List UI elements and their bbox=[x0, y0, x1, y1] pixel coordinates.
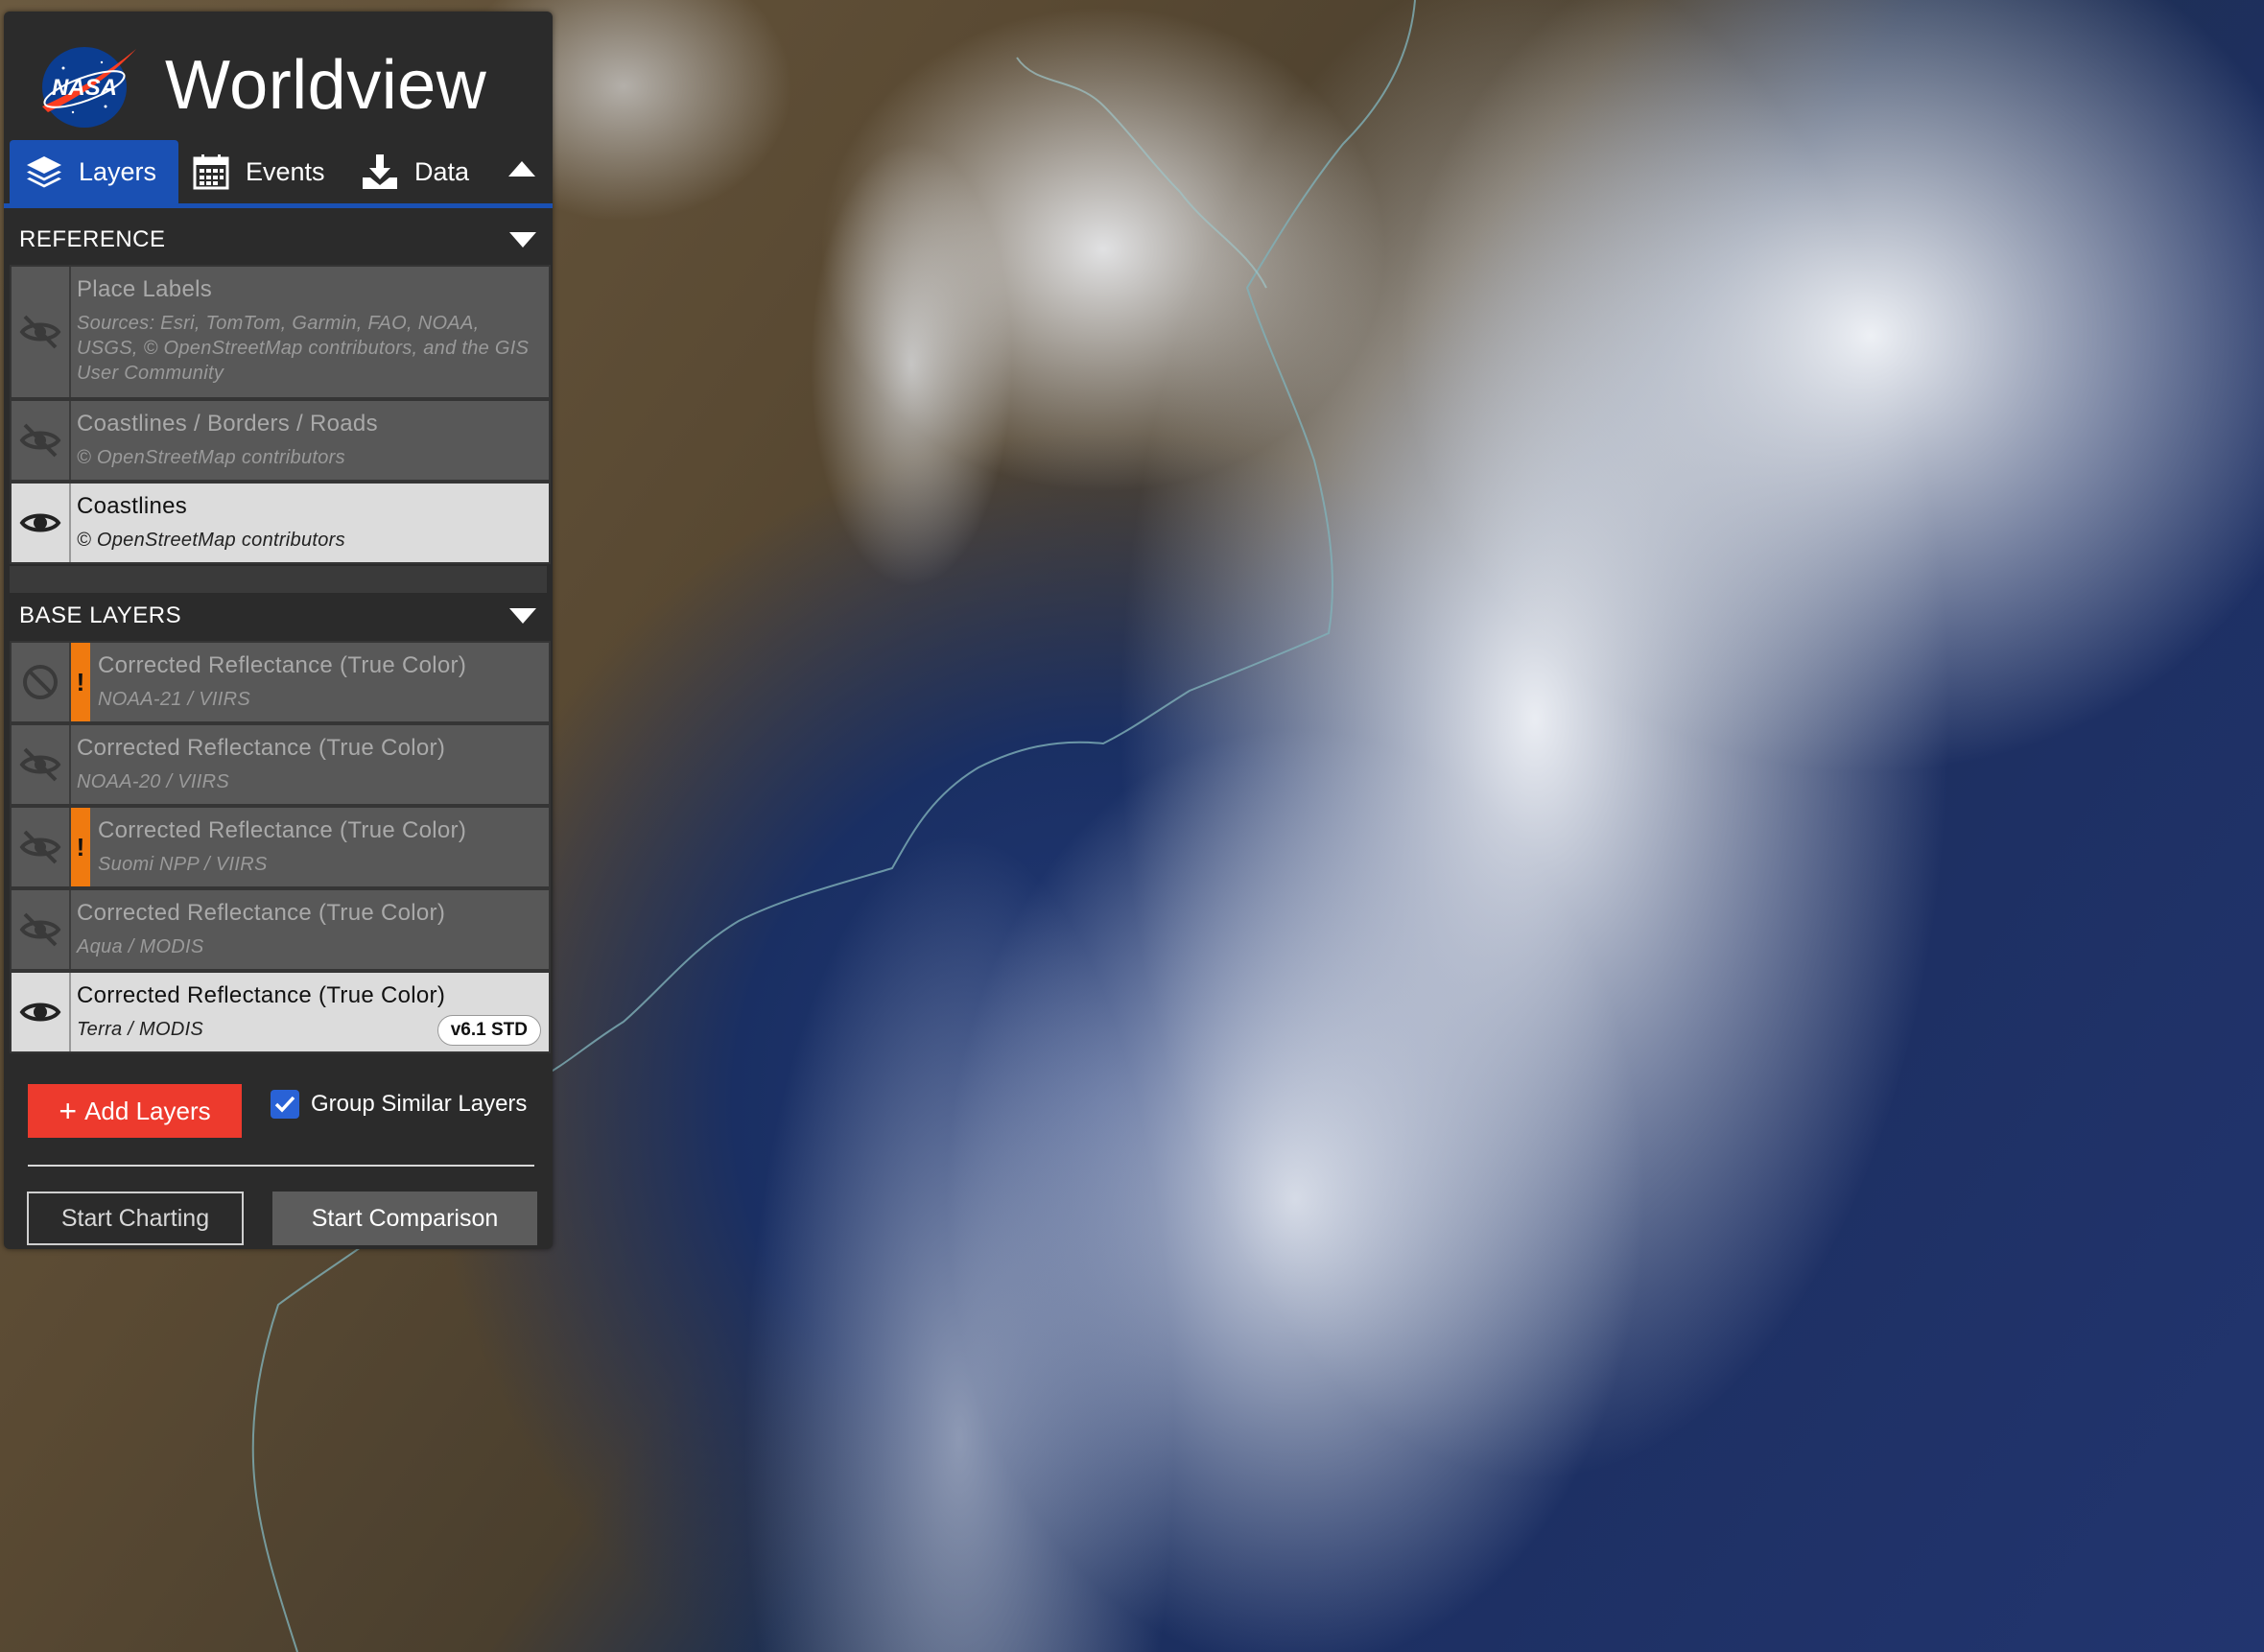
group-similar-layers-checkbox[interactable]: Group Similar Layers bbox=[271, 1090, 527, 1119]
eye-slash-icon bbox=[19, 747, 61, 782]
layer-name: Corrected Reflectance (True Color) bbox=[77, 982, 446, 1008]
layer-item-noaa20-viirs[interactable]: Corrected Reflectance (True Color) NOAA-… bbox=[10, 723, 551, 806]
reference-section-title: REFERENCE bbox=[19, 226, 166, 252]
layer-item-place-labels[interactable]: Place Labels Sources: Esri, TomTom, Garm… bbox=[10, 265, 551, 399]
start-charting-button[interactable]: Start Charting bbox=[27, 1192, 244, 1245]
tab-events-label: Events bbox=[246, 156, 325, 186]
eye-slash-icon bbox=[19, 912, 61, 947]
add-layers-button[interactable]: + Add Layers bbox=[28, 1084, 242, 1138]
chevron-down-icon[interactable] bbox=[508, 230, 537, 249]
layer-source: NOAA-21 / VIIRS bbox=[98, 689, 250, 710]
layer-source: Sources: Esri, TomTom, Garmin, FAO, NOAA… bbox=[77, 313, 530, 384]
layer-item-coastlines-borders-roads[interactable]: Coastlines / Borders / Roads © OpenStree… bbox=[10, 399, 551, 482]
layer-visibility-toggle[interactable] bbox=[12, 401, 71, 480]
layer-name: Corrected Reflectance (True Color) bbox=[77, 900, 446, 926]
layer-item-suomi-npp-viirs[interactable]: ! Corrected Reflectance (True Color) Suo… bbox=[10, 806, 551, 888]
tab-layers-label: Layers bbox=[79, 156, 157, 186]
layer-name: Coastlines bbox=[77, 493, 188, 519]
warning-icon[interactable]: ! bbox=[71, 808, 90, 886]
layer-item-coastlines[interactable]: Coastlines © OpenStreetMap contributors bbox=[10, 482, 551, 564]
app-title: Worldview bbox=[165, 47, 487, 124]
reference-section-header[interactable]: REFERENCE bbox=[10, 217, 547, 263]
layer-source: © OpenStreetMap contributors bbox=[77, 447, 345, 468]
collapse-caret-icon[interactable] bbox=[507, 157, 537, 180]
layer-visibility-toggle[interactable] bbox=[12, 725, 71, 804]
calendar-icon bbox=[193, 154, 229, 190]
eye-slash-icon bbox=[19, 830, 61, 864]
layer-name: Corrected Reflectance (True Color) bbox=[98, 652, 467, 678]
tab-layers[interactable]: Layers bbox=[10, 140, 178, 203]
layer-name: Place Labels bbox=[77, 276, 213, 302]
tab-events[interactable]: Events bbox=[192, 140, 325, 203]
layers-icon bbox=[27, 156, 61, 188]
layer-visibility-toggle[interactable] bbox=[12, 484, 71, 562]
version-badge[interactable]: v6.1 STD bbox=[436, 1015, 541, 1046]
eye-slash-icon bbox=[19, 315, 61, 349]
layer-source: Suomi NPP / VIIRS bbox=[98, 854, 268, 875]
ban-icon bbox=[23, 665, 58, 699]
layer-visibility-toggle[interactable] bbox=[12, 643, 71, 721]
brand-header: NASA Worldview bbox=[35, 33, 486, 138]
start-comparison-button[interactable]: Start Comparison bbox=[272, 1192, 537, 1245]
layer-item-terra-modis[interactable]: Corrected Reflectance (True Color) Terra… bbox=[10, 971, 551, 1053]
layers-sidebar: NASA Worldview Layers Events Data REFERE… bbox=[4, 12, 553, 1249]
layer-source: Aqua / MODIS bbox=[77, 936, 204, 957]
tab-data[interactable]: Data bbox=[361, 140, 469, 203]
layer-name: Corrected Reflectance (True Color) bbox=[98, 817, 467, 843]
nasa-logo-icon[interactable]: NASA bbox=[35, 39, 140, 131]
plus-icon: + bbox=[59, 1093, 78, 1128]
layer-visibility-toggle[interactable] bbox=[12, 267, 71, 397]
chevron-down-icon[interactable] bbox=[508, 606, 537, 625]
section-spacer bbox=[10, 566, 547, 595]
layer-name: Coastlines / Borders / Roads bbox=[77, 411, 378, 437]
svg-text:NASA: NASA bbox=[52, 75, 117, 101]
layer-name: Corrected Reflectance (True Color) bbox=[77, 735, 446, 761]
download-icon bbox=[363, 154, 397, 189]
base-layers-section-title: BASE LAYERS bbox=[19, 602, 182, 628]
layer-visibility-toggle[interactable] bbox=[12, 973, 71, 1051]
checkmark-icon bbox=[274, 1096, 295, 1113]
layer-source: NOAA-20 / VIIRS bbox=[77, 771, 229, 792]
group-similar-label: Group Similar Layers bbox=[311, 1091, 528, 1117]
eye-icon bbox=[19, 1003, 61, 1022]
layer-item-aqua-modis[interactable]: Corrected Reflectance (True Color) Aqua … bbox=[10, 888, 551, 971]
tab-data-label: Data bbox=[414, 156, 470, 186]
layer-item-noaa21-viirs[interactable]: ! Corrected Reflectance (True Color) NOA… bbox=[10, 641, 551, 723]
layer-source: © OpenStreetMap contributors bbox=[77, 530, 345, 551]
layer-visibility-toggle[interactable] bbox=[12, 890, 71, 969]
sidebar-tabs: Layers Events Data bbox=[4, 140, 553, 208]
divider bbox=[28, 1165, 534, 1167]
eye-icon bbox=[19, 513, 61, 532]
base-layers-section-header[interactable]: BASE LAYERS bbox=[10, 593, 547, 639]
layer-visibility-toggle[interactable] bbox=[12, 808, 71, 886]
add-layers-label: Add Layers bbox=[84, 1096, 211, 1125]
warning-icon[interactable]: ! bbox=[71, 643, 90, 721]
checkbox-checked[interactable] bbox=[271, 1090, 299, 1119]
eye-slash-icon bbox=[19, 423, 61, 458]
